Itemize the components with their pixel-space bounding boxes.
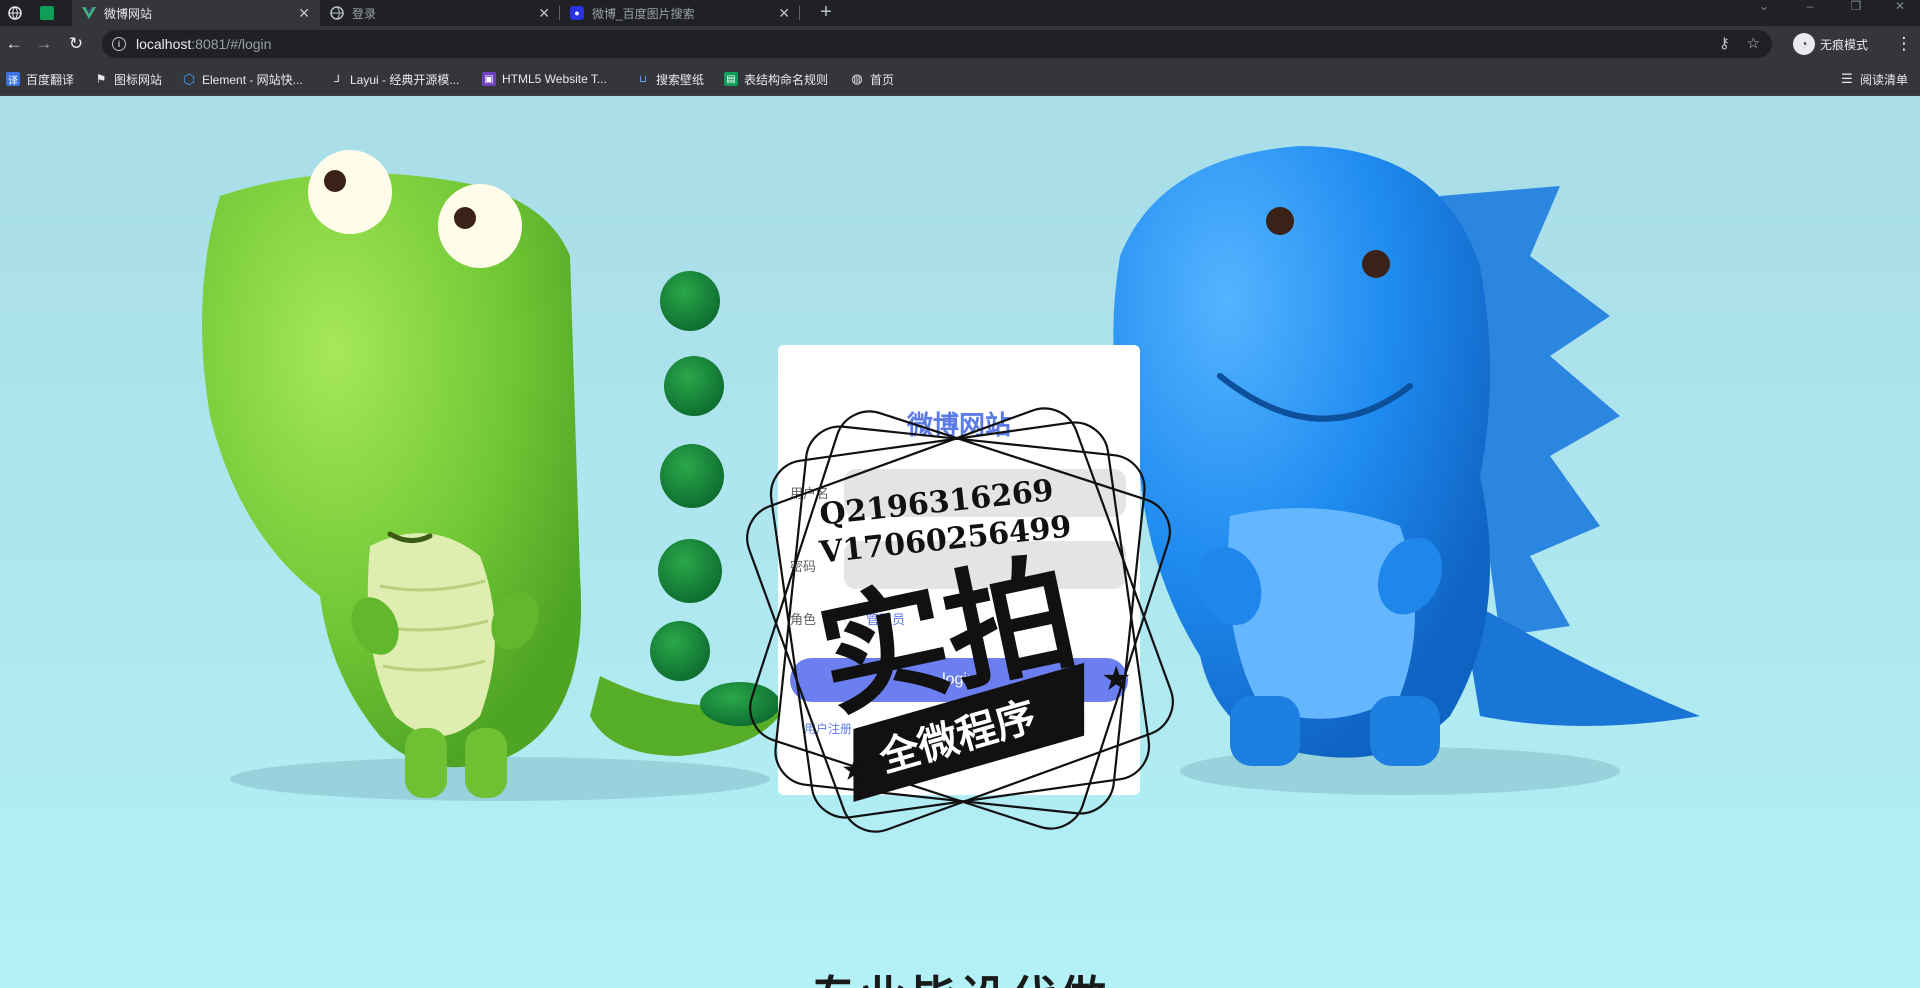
tab-title: 微博_百度图片搜索: [592, 6, 695, 21]
close-icon[interactable]: ✕: [778, 5, 790, 21]
key-star-icons: ⚷ ☆: [1719, 34, 1760, 52]
star-icon: ★: [1101, 660, 1131, 698]
bookmark-item[interactable]: ⚑ 图标网站: [94, 62, 162, 96]
login-page: 微博网站 用户名 密码 角色 管理员 login 用户注册 Q219631626…: [0, 96, 1920, 988]
bookmark-item[interactable]: ⬡ Element - 网站快...: [182, 62, 303, 96]
forward-icon[interactable]: →: [32, 32, 56, 56]
bookmark-label: 图标网站: [114, 72, 163, 87]
html5-icon: ▣: [482, 72, 496, 86]
bookmark-label: 首页: [870, 72, 895, 87]
spreadsheet-icon: [40, 6, 54, 20]
address-bar[interactable]: i localhost:8081/#/login ⚷ ☆: [102, 30, 1772, 58]
incognito-indicator[interactable]: ◔ 无痕模式: [1793, 30, 1868, 58]
bookmark-label: HTML5 Website T...: [502, 72, 607, 86]
key-icon[interactable]: ⚷: [1719, 35, 1730, 52]
menu-kebab-icon[interactable]: ⋮: [1892, 32, 1916, 56]
star-icon: ★: [841, 754, 868, 787]
flag-icon: ⚑: [95, 72, 107, 86]
reading-list[interactable]: ☰ 阅读清单: [1840, 62, 1908, 96]
baidu-translate-icon: 译: [6, 72, 20, 87]
tab-pinned[interactable]: [0, 0, 30, 26]
restore-icon[interactable]: ❐: [1836, 0, 1876, 16]
reading-list-label: 阅读清单: [1860, 72, 1909, 87]
incognito-label: 无痕模式: [1820, 37, 1869, 52]
bookmarks-bar: 译 百度翻译 ⚑ 图标网站 ⬡ Element - 网站快... ⅃ Layui…: [0, 62, 1920, 96]
reading-list-icon: ☰: [1841, 71, 1853, 86]
tab-separator: [799, 6, 800, 20]
window-close-icon[interactable]: ✕: [1880, 0, 1920, 16]
wallpaper-icon: ⊔: [639, 73, 647, 85]
browser-toolbar: ← → ↻ i localhost:8081/#/login ⚷ ☆ ◔ 无痕模…: [0, 26, 1920, 62]
reload-icon[interactable]: ↻: [64, 32, 88, 56]
green-dinosaur-illustration: [202, 150, 790, 801]
bookmark-label: 表结构命名规则: [744, 72, 829, 87]
url-host: localhost: [136, 36, 192, 52]
new-tab-button[interactable]: +: [813, 0, 839, 26]
tab-title: 登录: [352, 6, 377, 21]
minimize-icon[interactable]: –: [1790, 0, 1830, 16]
close-icon[interactable]: ✕: [538, 5, 550, 21]
globe-icon: [330, 6, 344, 20]
bookmark-label: Element - 网站快...: [202, 72, 303, 87]
tab-login[interactable]: 登录 ✕: [320, 0, 560, 26]
site-info-icon[interactable]: i: [112, 37, 126, 51]
back-icon[interactable]: ←: [2, 32, 26, 56]
tab-title: 微博网站: [104, 6, 153, 21]
tab-strip: 微博网站 ✕ 登录 ✕ ● 微博_百度图片搜索 ✕ + ⌄ – ❐ ✕: [0, 0, 1920, 26]
tab-search-icon[interactable]: ⌄: [1744, 0, 1784, 16]
bookmark-label: 搜索壁纸: [656, 72, 705, 87]
bookmark-item[interactable]: 译 百度翻译: [6, 62, 74, 96]
url-path: :8081/#/login: [191, 36, 272, 52]
incognito-icon: ◔: [1793, 33, 1815, 55]
vue-icon: [82, 6, 96, 20]
bookmark-item[interactable]: ⊔ 搜索壁纸: [636, 62, 704, 96]
bookmark-item[interactable]: ◍ 首页: [850, 62, 894, 96]
bookmark-label: Layui - 经典开源模...: [350, 72, 460, 87]
watermark-stamp: Q2196316269 V17060256499 实拍 全微程序 ★ ★: [746, 407, 1174, 833]
baidu-paw-icon: ●: [570, 6, 584, 20]
bookmark-item[interactable]: ▤ 表结构命名规则: [724, 62, 828, 96]
globe-icon: [8, 6, 22, 20]
bookmark-item[interactable]: ▣ HTML5 Website T...: [482, 62, 607, 96]
bookmark-label: 百度翻译: [26, 72, 75, 87]
tab-weibo[interactable]: 微博网站 ✕: [72, 0, 320, 26]
element-icon: ⬡: [182, 70, 196, 87]
spreadsheet-icon: ▤: [724, 72, 738, 86]
bookmark-item[interactable]: ⅃ Layui - 经典开源模...: [330, 62, 459, 96]
globe-icon: ◍: [851, 71, 863, 86]
bottom-caption: 专业毕设代做: [0, 962, 1920, 988]
star-icon[interactable]: ☆: [1747, 35, 1760, 52]
tab-pinned-vue[interactable]: [30, 0, 62, 26]
tab-baidu-image[interactable]: ● 微博_百度图片搜索 ✕: [560, 0, 800, 26]
close-icon[interactable]: ✕: [298, 5, 310, 21]
layui-icon: ⅃: [334, 73, 340, 85]
